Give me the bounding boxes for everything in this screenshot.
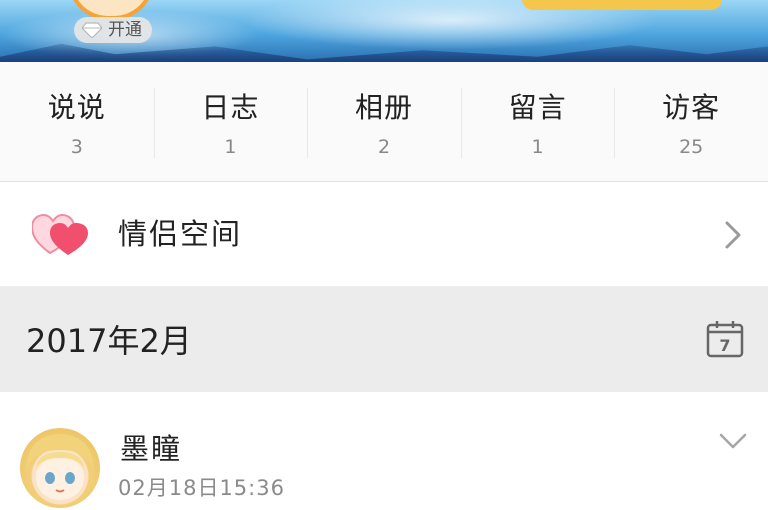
stat-messages[interactable]: 留言 1 <box>460 62 615 181</box>
chevron-right-icon <box>725 221 741 249</box>
stat-count: 1 <box>531 136 544 158</box>
stat-label: 日志 <box>201 91 260 124</box>
calendar-day: 7 <box>719 336 730 355</box>
stat-label: 留言 <box>508 91 567 124</box>
stat-label: 说说 <box>47 91 106 124</box>
stat-shuoshuo[interactable]: 说说 3 <box>0 62 154 181</box>
stat-count: 1 <box>224 136 237 158</box>
feed-post-header: 墨瞳 02月18日15:36 <box>0 392 768 510</box>
stat-label: 相册 <box>354 91 413 124</box>
month-label: 2017年2月 <box>26 322 192 360</box>
author-avatar[interactable] <box>20 428 100 508</box>
stat-count: 2 <box>377 136 391 158</box>
diamond-icon <box>82 22 102 38</box>
vip-status-pill[interactable] <box>522 0 722 10</box>
couple-space-row[interactable]: 情侣空间 <box>0 183 768 286</box>
chevron-down-icon[interactable] <box>718 432 748 450</box>
calendar-icon[interactable]: 7 <box>706 320 744 358</box>
stat-label: 访客 <box>662 91 721 124</box>
stat-album[interactable]: 相册 2 <box>307 62 461 181</box>
stat-blog[interactable]: 日志 1 <box>153 62 308 181</box>
couple-space-label: 情侣空间 <box>118 217 243 251</box>
double-heart-icon <box>32 213 88 255</box>
month-header: 2017年2月 7 <box>0 286 768 392</box>
open-vip-badge[interactable]: 开通 <box>74 17 152 43</box>
profile-cover-banner[interactable]: 开通 <box>0 0 768 62</box>
open-vip-label: 开通 <box>108 20 142 40</box>
anime-girl-avatar-image <box>26 434 94 500</box>
post-author-name[interactable]: 墨瞳 <box>120 426 182 468</box>
stat-visitors[interactable]: 访客 25 <box>614 62 768 181</box>
profile-stats-bar: 说说 3 日志 1 相册 2 留言 1 访客 25 <box>0 62 768 182</box>
post-timestamp: 02月18日15:36 <box>118 476 285 500</box>
stat-count: 25 <box>679 136 704 158</box>
stat-count: 3 <box>70 136 83 158</box>
